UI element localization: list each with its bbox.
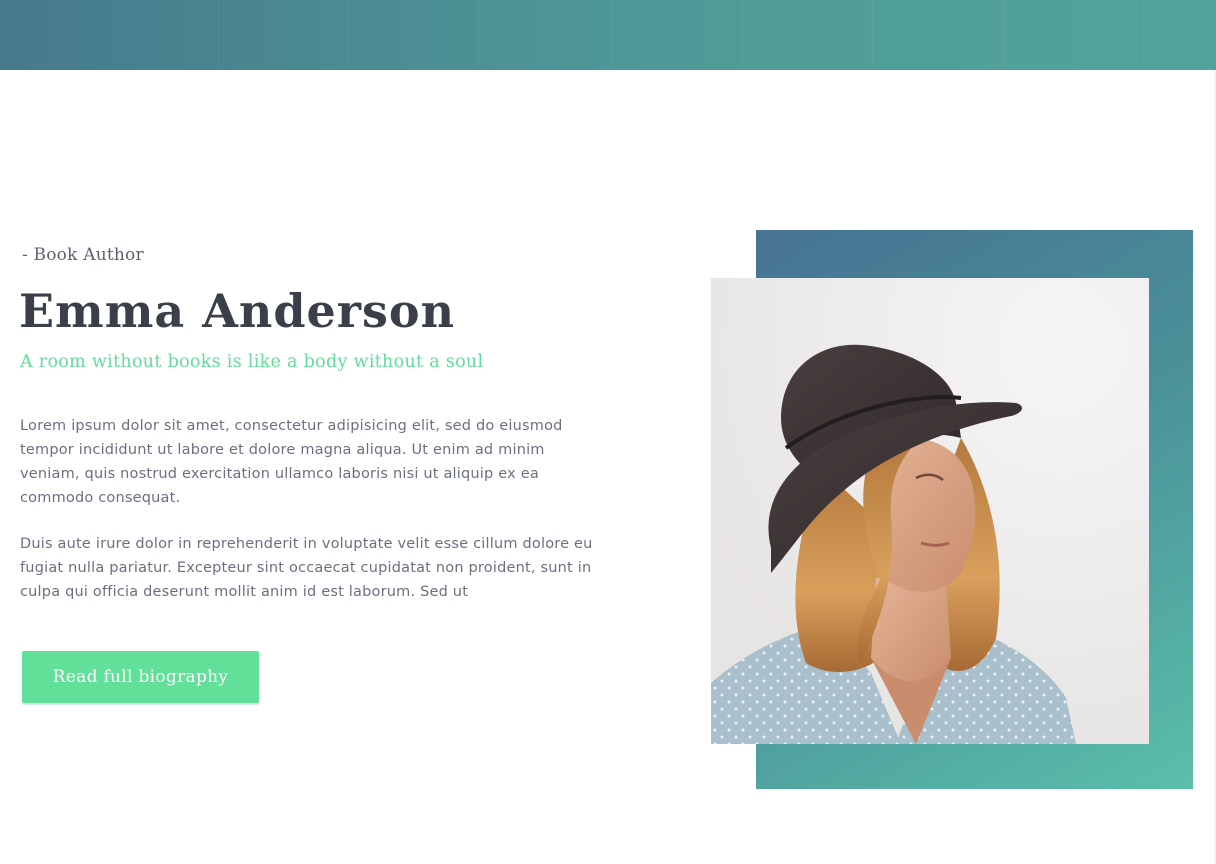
banner-divider [872,0,873,70]
banner-divider [348,0,349,70]
banner-divider [218,0,219,70]
author-name: Emma Anderson [19,284,456,338]
author-role: - Book Author [22,245,144,265]
author-photo [711,278,1149,744]
banner-divider [478,0,479,70]
header-banner [0,0,1216,70]
banner-divider [742,0,743,70]
banner-divider [1004,0,1005,70]
banner-divider [1136,0,1137,70]
read-biography-button[interactable]: Read full biography [22,651,259,703]
author-tagline: A room without books is like a body with… [20,352,484,372]
bio-paragraph-1: Lorem ipsum dolor sit amet, consectetur … [20,418,563,506]
author-portrait-illustration [711,278,1149,744]
banner-divider [612,0,613,70]
bio-paragraph-2: Duis aute irure dolor in reprehenderit i… [20,536,593,600]
